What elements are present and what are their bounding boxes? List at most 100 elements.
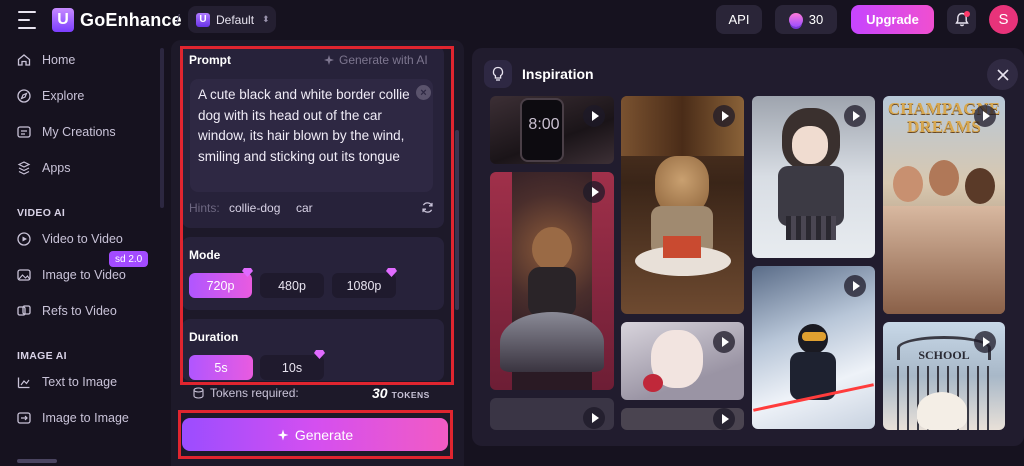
premium-gem-icon (386, 268, 397, 277)
phone-clock-text: 8:00 (528, 116, 560, 133)
play-icon (713, 105, 735, 127)
play-icon (583, 105, 605, 127)
tokens-required-row: Tokens required: (193, 386, 299, 400)
school-sign: SCHOOL (918, 348, 970, 362)
credits-button[interactable]: 30 (775, 5, 837, 34)
logo-mark: U (52, 8, 74, 32)
sidebar-item-label: Text to Image (42, 375, 118, 389)
apps-icon (17, 161, 31, 175)
sidebar-item-label: Explore (42, 89, 85, 103)
duration-label: Duration (189, 330, 239, 344)
sidebar-item-label: Video to Video (42, 232, 123, 246)
sparkle-icon (324, 55, 334, 65)
workspace-selector[interactable]: U Default ⬍ (188, 6, 276, 33)
figure-head (965, 168, 995, 204)
play-icon (844, 275, 866, 297)
apple (643, 374, 663, 392)
breadcrumb-separator: / (176, 11, 180, 27)
sd-version-badge: sd 2.0 (109, 251, 149, 267)
compass-icon (17, 89, 31, 103)
sidebar-item-my-creations[interactable]: My Creations (16, 124, 116, 140)
generate-with-ai-button[interactable]: Generate with AI (323, 53, 428, 67)
upgrade-button[interactable]: Upgrade (851, 5, 934, 34)
tokens-count: 30 (372, 385, 388, 401)
teddy-body (528, 267, 576, 317)
api-button[interactable]: API (716, 5, 762, 34)
anime-face (792, 126, 828, 164)
skier-goggles (802, 332, 826, 341)
sidebar-item-label: Image to Image (42, 411, 129, 425)
sidebar-scrollbar[interactable] (160, 48, 164, 208)
inspiration-tile-anime-girl-ice[interactable] (752, 96, 875, 258)
sidebar-item-label: Refs to Video (42, 304, 117, 318)
sparkle-icon (277, 429, 289, 440)
inspiration-tile-anime-apple[interactable] (621, 322, 744, 400)
generate-button[interactable]: Generate (182, 418, 448, 451)
inspiration-tile-skier[interactable] (752, 266, 875, 429)
sidebar-item-home[interactable]: Home (16, 52, 75, 68)
play-icon (583, 407, 605, 429)
sidebar-item-label: Home (42, 53, 76, 67)
sidebar-item-image-to-image[interactable]: Image to Image (16, 410, 129, 426)
tokens-unit: TOKENS (391, 390, 430, 400)
inspiration-tile-dark-2[interactable] (621, 408, 744, 430)
figure-head (929, 160, 959, 196)
premium-gem-icon (242, 268, 253, 277)
drum-kit (500, 312, 604, 372)
notification-dot (964, 11, 970, 17)
inspiration-tile-phone[interactable]: 8:00 (490, 96, 614, 164)
tokens-required-label: Tokens required: (210, 386, 299, 400)
inspiration-tile-dark-1[interactable] (490, 398, 614, 430)
pleated-skirt (786, 216, 836, 240)
sidebar-item-image-to-video[interactable]: Image to Video (16, 267, 126, 283)
lightbulb-icon (484, 60, 512, 88)
sidebar-item-video-to-video[interactable]: Video to Video (16, 231, 123, 247)
sidebar-item-label: Image to Video (42, 268, 126, 282)
close-icon[interactable] (987, 59, 1018, 90)
text-image-icon (17, 377, 30, 389)
user-avatar[interactable]: S (989, 5, 1018, 34)
cake-slice (663, 236, 701, 258)
duration-option-5s[interactable]: 5s (189, 355, 253, 380)
play-icon (974, 105, 996, 127)
teddy-head (532, 227, 572, 271)
sidebar-item-refs-to-video[interactable]: Refs to Video (16, 303, 117, 319)
workspace-name: Default (216, 12, 255, 27)
refresh-hints-icon[interactable] (421, 201, 434, 214)
app-logo[interactable]: U GoEnhance (52, 8, 182, 32)
generate-label: Generate (294, 426, 354, 443)
figure-head (893, 166, 923, 202)
inspiration-tile-yorkie[interactable] (621, 96, 744, 314)
sidebar-item-apps[interactable]: Apps (16, 160, 71, 176)
video-icon (17, 232, 31, 246)
sidebar-item-label: Apps (42, 161, 71, 175)
prompt-textarea[interactable]: A cute black and white border collie dog… (190, 79, 433, 192)
inspiration-tile-teddy-drummer[interactable] (490, 172, 614, 390)
notifications-button[interactable] (947, 5, 976, 34)
puppy (917, 392, 967, 430)
tokens-required-value: 30 TOKENS (372, 385, 430, 401)
mode-option-480p[interactable]: 480p (260, 273, 324, 298)
partial-section-heading (17, 459, 57, 463)
credits-count: 30 (808, 12, 824, 27)
section-heading-video-ai: VIDEO AI (17, 207, 66, 219)
hint-chip[interactable]: car (296, 201, 313, 215)
sidebar-item-text-to-image[interactable]: Text to Image (16, 374, 117, 390)
play-icon (583, 181, 605, 203)
home-icon (17, 54, 31, 66)
form-scrollbar[interactable] (455, 130, 459, 310)
clear-prompt-icon[interactable]: × (416, 85, 431, 100)
refs-icon (17, 305, 31, 316)
hints-label: Hints: (189, 201, 220, 215)
figures-bodies (883, 206, 1005, 314)
inspiration-tile-school-puppy[interactable]: SCHOOL (883, 322, 1005, 430)
coin-stack-icon (788, 12, 803, 27)
menu-toggle-icon[interactable] (18, 11, 38, 29)
play-icon (713, 408, 735, 430)
sidebar-item-explore[interactable]: Explore (16, 88, 84, 104)
generate-with-ai-label: Generate with AI (339, 53, 428, 67)
hint-chip[interactable]: collie-dog (229, 201, 280, 215)
prompt-label: Prompt (189, 53, 231, 67)
play-icon (974, 331, 996, 353)
inspiration-tile-champagne[interactable]: CHAMPAGNE DREAMS (883, 96, 1005, 314)
